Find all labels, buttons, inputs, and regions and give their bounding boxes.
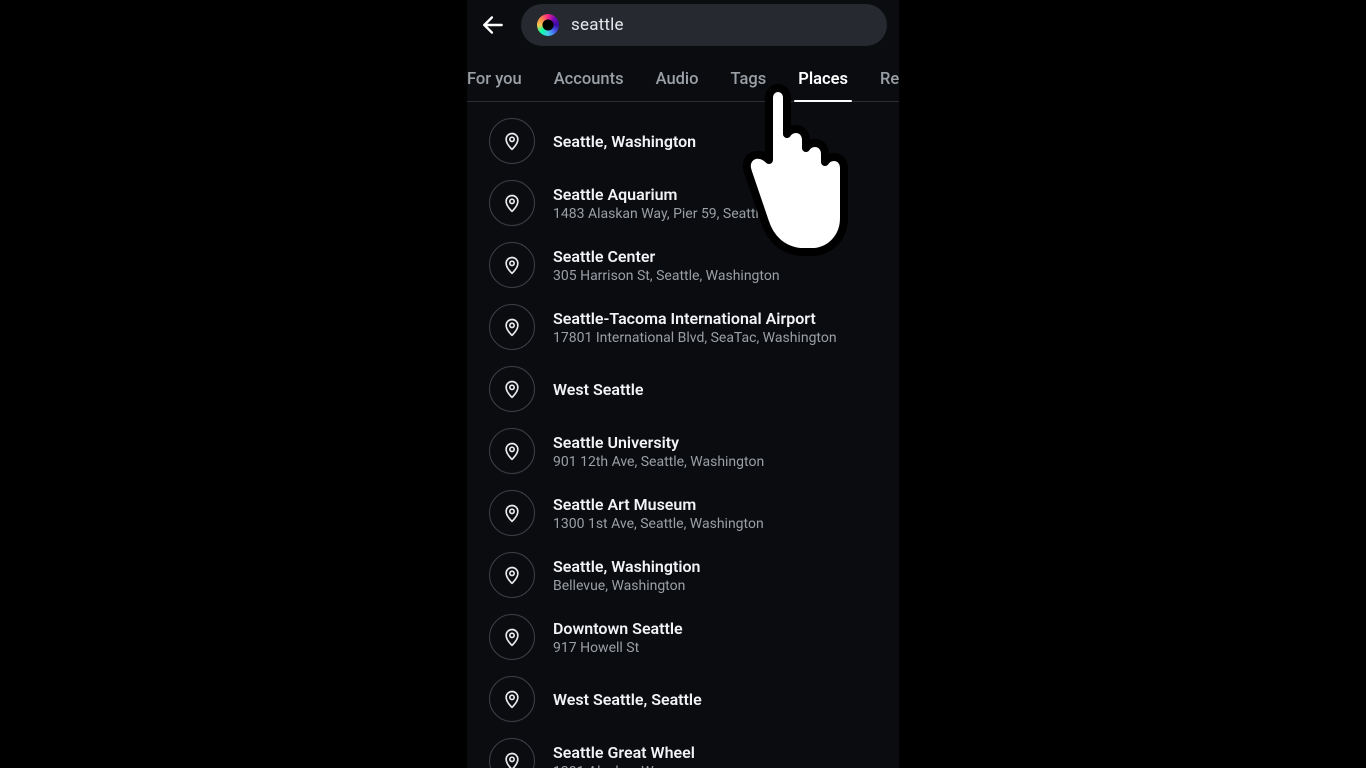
location-pin-icon (489, 180, 535, 226)
app-screen: seattle For you Accounts Audio Tags Plac… (467, 0, 899, 768)
list-item-title: Seattle Aquarium (553, 185, 846, 204)
list-item[interactable]: Downtown Seattle 917 Howell St (467, 606, 899, 668)
list-item[interactable]: West Seattle (467, 358, 899, 420)
tab-accounts[interactable]: Accounts (538, 70, 640, 101)
location-pin-icon (489, 738, 535, 768)
list-item[interactable]: Seattle Art Museum 1300 1st Ave, Seattle… (467, 482, 899, 544)
list-item-text: Seattle, Washingtion Bellevue, Washingto… (553, 557, 700, 594)
list-item[interactable]: West Seattle, Seattle (467, 668, 899, 730)
list-item[interactable]: Seattle Aquarium 1483 Alaskan Way, Pier … (467, 172, 899, 234)
list-item-text: West Seattle, Seattle (553, 690, 702, 709)
tab-places[interactable]: Places (782, 70, 864, 101)
tab-reels[interactable]: Reels (864, 70, 899, 101)
list-item-title: Seattle University (553, 433, 764, 452)
list-item-subtitle: 305 Harrison St, Seattle, Washington (553, 268, 780, 284)
list-item-title: Seattle Art Museum (553, 495, 764, 514)
list-item[interactable]: Seattle Center 305 Harrison St, Seattle,… (467, 234, 899, 296)
list-item-text: Downtown Seattle 917 Howell St (553, 619, 683, 656)
app-logo-icon (537, 14, 559, 36)
list-item-text: Seattle University 901 12th Ave, Seattle… (553, 433, 764, 470)
list-item-title: Seattle Center (553, 247, 780, 266)
list-item[interactable]: Seattle, Washington (467, 110, 899, 172)
location-pin-icon (489, 366, 535, 412)
tab-for-you[interactable]: For you (467, 70, 538, 101)
list-item-subtitle: 1300 1st Ave, Seattle, Washington (553, 516, 764, 532)
location-pin-icon (489, 552, 535, 598)
list-item-subtitle: 17801 International Blvd, SeaTac, Washin… (553, 330, 837, 346)
list-item-text: Seattle Great Wheel 1301 Alaskan Way (553, 743, 695, 768)
arrow-left-icon (480, 12, 506, 38)
search-header: seattle (467, 0, 899, 52)
tab-audio[interactable]: Audio (640, 70, 715, 101)
search-input[interactable]: seattle (521, 4, 887, 46)
list-item-text: Seattle Aquarium 1483 Alaskan Way, Pier … (553, 185, 846, 222)
results-list: Seattle, Washington Seattle Aquarium 148… (467, 102, 899, 768)
location-pin-icon (489, 676, 535, 722)
location-pin-icon (489, 242, 535, 288)
location-pin-icon (489, 118, 535, 164)
list-item-subtitle: 1301 Alaskan Way (553, 764, 695, 768)
list-item-subtitle: 917 Howell St (553, 640, 683, 656)
location-pin-icon (489, 490, 535, 536)
list-item-title: Seattle Great Wheel (553, 743, 695, 762)
list-item-subtitle: 901 12th Ave, Seattle, Washington (553, 454, 764, 470)
list-item-title: Downtown Seattle (553, 619, 683, 638)
list-item-title: West Seattle, Seattle (553, 690, 702, 709)
list-item-text: Seattle, Washington (553, 132, 696, 151)
list-item-title: Seattle, Washington (553, 132, 696, 151)
list-item-title: West Seattle (553, 380, 643, 399)
location-pin-icon (489, 428, 535, 474)
list-item-text: Seattle Art Museum 1300 1st Ave, Seattle… (553, 495, 764, 532)
search-tabs: For you Accounts Audio Tags Places Reels (467, 52, 899, 102)
list-item[interactable]: Seattle University 901 12th Ave, Seattle… (467, 420, 899, 482)
back-button[interactable] (479, 11, 507, 39)
location-pin-icon (489, 614, 535, 660)
list-item-title: Seattle-Tacoma International Airport (553, 309, 837, 328)
list-item-title: Seattle, Washingtion (553, 557, 700, 576)
list-item[interactable]: Seattle, Washingtion Bellevue, Washingto… (467, 544, 899, 606)
list-item-text: West Seattle (553, 380, 643, 399)
list-item[interactable]: Seattle Great Wheel 1301 Alaskan Way (467, 730, 899, 768)
search-query-text: seattle (571, 15, 624, 35)
list-item-subtitle: 1483 Alaskan Way, Pier 59, Seattle, Wash… (553, 206, 846, 222)
tab-tags[interactable]: Tags (715, 70, 783, 101)
location-pin-icon (489, 304, 535, 350)
list-item-text: Seattle-Tacoma International Airport 178… (553, 309, 837, 346)
list-item-subtitle: Bellevue, Washington (553, 578, 700, 594)
list-item-text: Seattle Center 305 Harrison St, Seattle,… (553, 247, 780, 284)
list-item[interactable]: Seattle-Tacoma International Airport 178… (467, 296, 899, 358)
